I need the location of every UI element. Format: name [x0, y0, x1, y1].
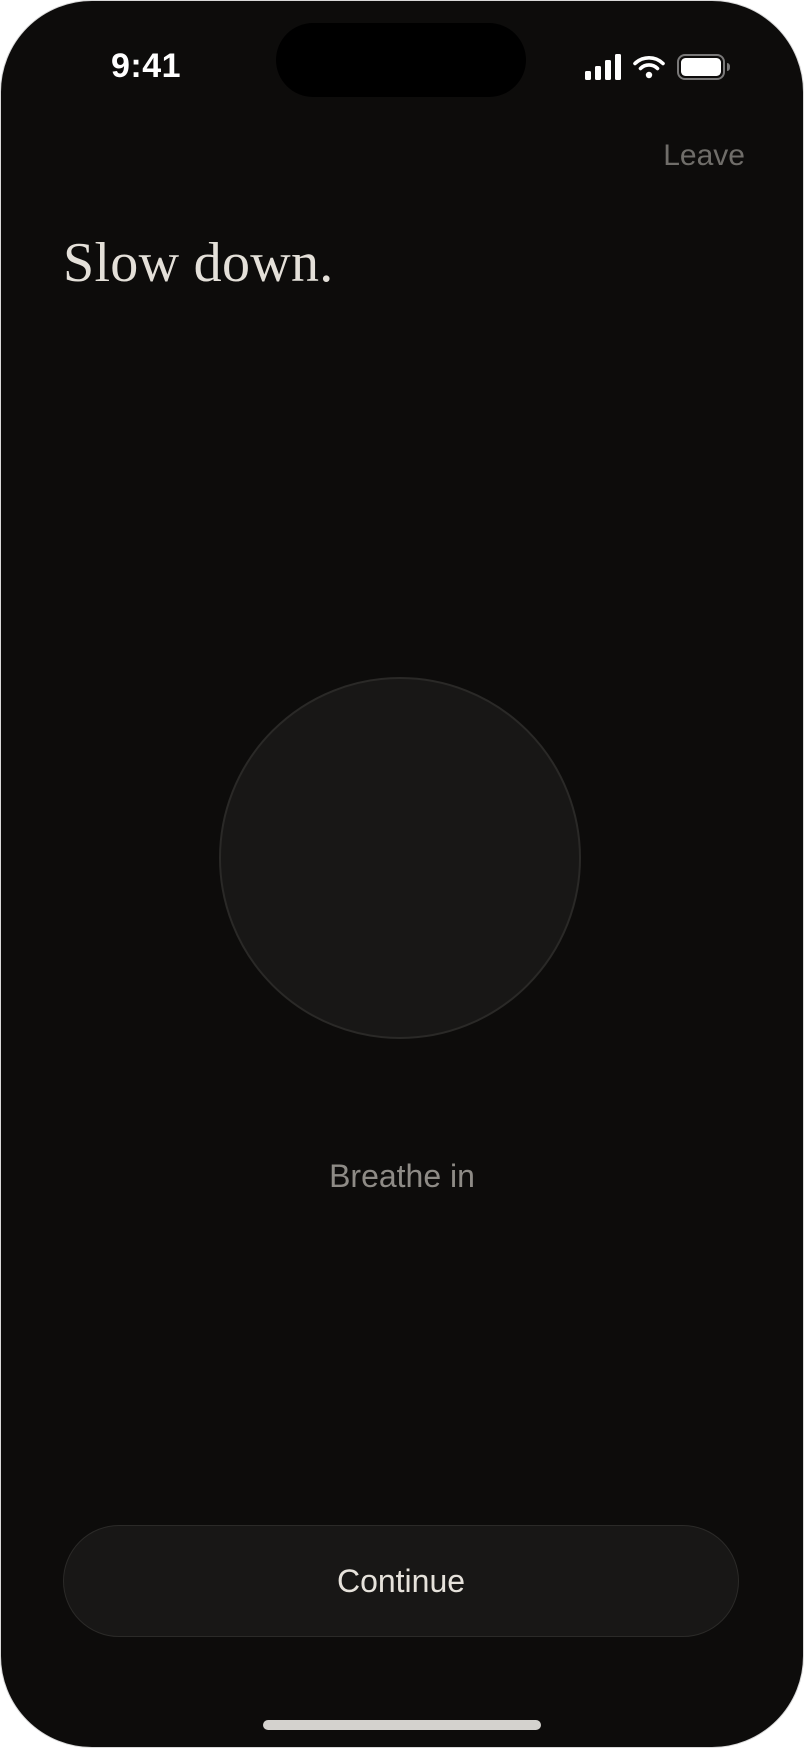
continue-button[interactable]: Continue — [63, 1525, 739, 1637]
leave-button[interactable]: Leave — [663, 139, 745, 173]
cellular-signal-icon — [585, 54, 621, 80]
status-time: 9:41 — [111, 47, 182, 85]
battery-icon — [677, 54, 731, 80]
status-icons — [585, 53, 731, 81]
breathing-phase-label: Breathe in — [329, 1158, 475, 1194]
wifi-icon — [633, 55, 665, 79]
home-indicator[interactable] — [263, 1720, 541, 1730]
page-title: Slow down. — [63, 232, 334, 294]
breathing-circle — [219, 677, 581, 1039]
phone-screen: 9:41 Leave Slow down. Breathe in Continu… — [0, 0, 804, 1748]
dynamic-island — [276, 23, 526, 97]
